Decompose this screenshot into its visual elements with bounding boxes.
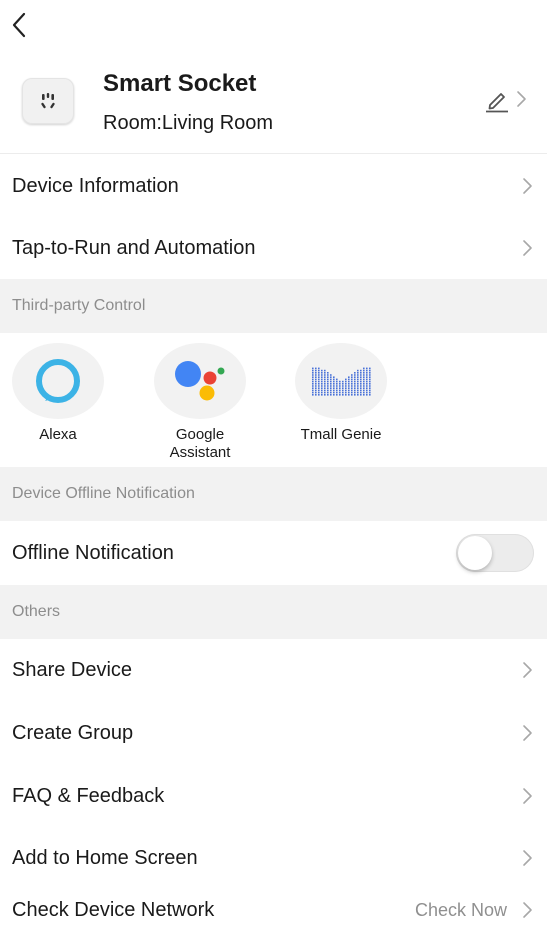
tmall-genie-label: Tmall Genie xyxy=(300,426,382,443)
add-home-screen-row[interactable]: Add to Home Screen xyxy=(0,827,547,889)
back-button[interactable] xyxy=(6,10,32,40)
share-device-label: Share Device xyxy=(12,658,133,681)
third-party-section-title: Third-party Control xyxy=(12,297,146,314)
chevron-right-icon xyxy=(523,902,532,918)
tmall-genie-item[interactable]: Tmall Genie xyxy=(286,343,396,444)
others-section-title: Others xyxy=(12,603,61,620)
back-arrow-icon xyxy=(12,12,26,38)
device-header[interactable]: Smart Socket Room:Living Room xyxy=(0,58,547,154)
device-name: Smart Socket xyxy=(103,70,257,97)
chevron-right-icon xyxy=(523,240,532,256)
alexa-icon xyxy=(12,343,104,419)
tmall-genie-icon xyxy=(295,343,387,419)
chevron-right-icon xyxy=(523,178,532,194)
chevron-right-icon xyxy=(523,850,532,866)
tap-to-run-label: Tap-to-Run and Automation xyxy=(12,236,256,259)
tap-to-run-row[interactable]: Tap-to-Run and Automation xyxy=(0,217,547,279)
google-assistant-item[interactable]: Google Assistant xyxy=(145,343,255,462)
alexa-label: Alexa xyxy=(39,426,77,443)
third-party-section-header: Third-party Control xyxy=(0,279,547,333)
third-party-control-list: Alexa Google Assistant Tmall Genie xyxy=(0,333,547,467)
google-assistant-icon xyxy=(154,343,246,419)
offline-section-header: Device Offline Notification xyxy=(0,467,547,521)
toggle-knob xyxy=(458,536,492,570)
alexa-item[interactable]: Alexa xyxy=(3,343,113,444)
device-information-label: Device Information xyxy=(12,174,179,197)
check-network-label: Check Device Network xyxy=(12,898,215,921)
check-network-row[interactable]: Check Device Network Check Now xyxy=(0,890,547,930)
add-home-screen-label: Add to Home Screen xyxy=(12,846,198,869)
chevron-right-icon xyxy=(523,788,532,804)
create-group-label: Create Group xyxy=(12,721,134,744)
google-assistant-label: Google Assistant xyxy=(169,426,231,461)
offline-notification-label: Offline Notification xyxy=(12,541,174,564)
check-now-value: Check Now xyxy=(414,899,507,920)
device-room: Room:Living Room xyxy=(103,112,274,134)
smart-socket-icon xyxy=(22,78,74,124)
chevron-right-icon xyxy=(523,725,532,741)
create-group-row[interactable]: Create Group xyxy=(0,702,547,764)
faq-feedback-label: FAQ & Feedback xyxy=(12,784,165,807)
pencil-icon xyxy=(486,93,508,113)
offline-section-title: Device Offline Notification xyxy=(12,485,195,502)
device-information-row[interactable]: Device Information xyxy=(0,155,547,217)
chevron-right-icon xyxy=(523,662,532,678)
offline-notification-toggle[interactable] xyxy=(456,534,534,572)
edit-name-button[interactable] xyxy=(482,88,512,116)
chevron-right-icon xyxy=(517,91,526,107)
share-device-row[interactable]: Share Device xyxy=(0,639,547,701)
faq-feedback-row[interactable]: FAQ & Feedback xyxy=(0,765,547,827)
others-section-header: Others xyxy=(0,585,547,639)
